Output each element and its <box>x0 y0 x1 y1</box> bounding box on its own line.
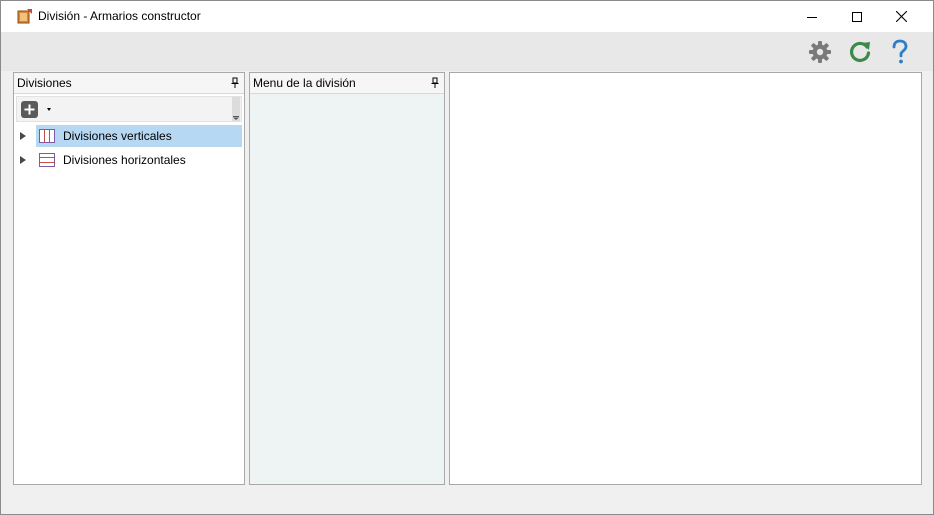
tree-node-horizontal[interactable]: Divisiones horizontales <box>36 149 242 171</box>
division-menu-panel-header: Menu de la división <box>250 73 444 94</box>
maximize-icon <box>851 11 862 22</box>
refresh-icon <box>849 41 871 63</box>
tree-node-label: Divisiones horizontales <box>63 153 186 167</box>
divisions-tree: Divisiones verticales Divisiones horizon… <box>14 125 244 171</box>
chevron-down-icon[interactable] <box>47 108 51 111</box>
tree-node-vertical[interactable]: Divisiones verticales <box>36 125 242 147</box>
close-button[interactable] <box>879 1 924 32</box>
divisiones-toolbar <box>16 96 242 122</box>
pin-icon[interactable] <box>430 77 440 89</box>
refresh-button[interactable] <box>847 39 873 65</box>
settings-button[interactable] <box>807 39 833 65</box>
main-toolbar <box>1 32 933 71</box>
help-icon <box>892 39 908 64</box>
expand-arrow-icon[interactable] <box>20 132 26 140</box>
maximize-button[interactable] <box>834 1 879 32</box>
preview-panel <box>449 72 922 485</box>
expand-arrow-icon[interactable] <box>20 156 26 164</box>
horizontal-divisions-icon <box>39 153 55 167</box>
plus-square-icon[interactable] <box>21 101 38 118</box>
window-title: División - Armarios constructor <box>38 9 201 23</box>
minimize-icon <box>806 16 817 18</box>
division-menu-panel: Menu de la división <box>249 72 445 485</box>
close-icon <box>896 11 907 22</box>
tree-node-label: Divisiones verticales <box>63 129 172 143</box>
pin-icon[interactable] <box>230 77 240 89</box>
title-bar: División - Armarios constructor <box>1 1 933 32</box>
help-button[interactable] <box>887 39 913 65</box>
division-menu-panel-title: Menu de la división <box>253 76 356 90</box>
tree-item-horizontal[interactable]: Divisiones horizontales <box>14 149 244 171</box>
tree-item-vertical[interactable]: Divisiones verticales <box>14 125 244 147</box>
divisiones-panel-header: Divisiones <box>14 73 244 94</box>
gear-icon <box>809 41 831 63</box>
divisiones-panel-title: Divisiones <box>17 76 72 90</box>
vertical-divisions-icon <box>39 129 55 143</box>
overflow-arrow-icon <box>233 116 239 120</box>
minimize-button[interactable] <box>789 1 834 32</box>
app-window: División - Armarios constructor Division… <box>0 0 934 515</box>
divisiones-panel: Divisiones Divisiones verticales Divisio… <box>13 72 245 485</box>
app-icon <box>17 9 32 24</box>
